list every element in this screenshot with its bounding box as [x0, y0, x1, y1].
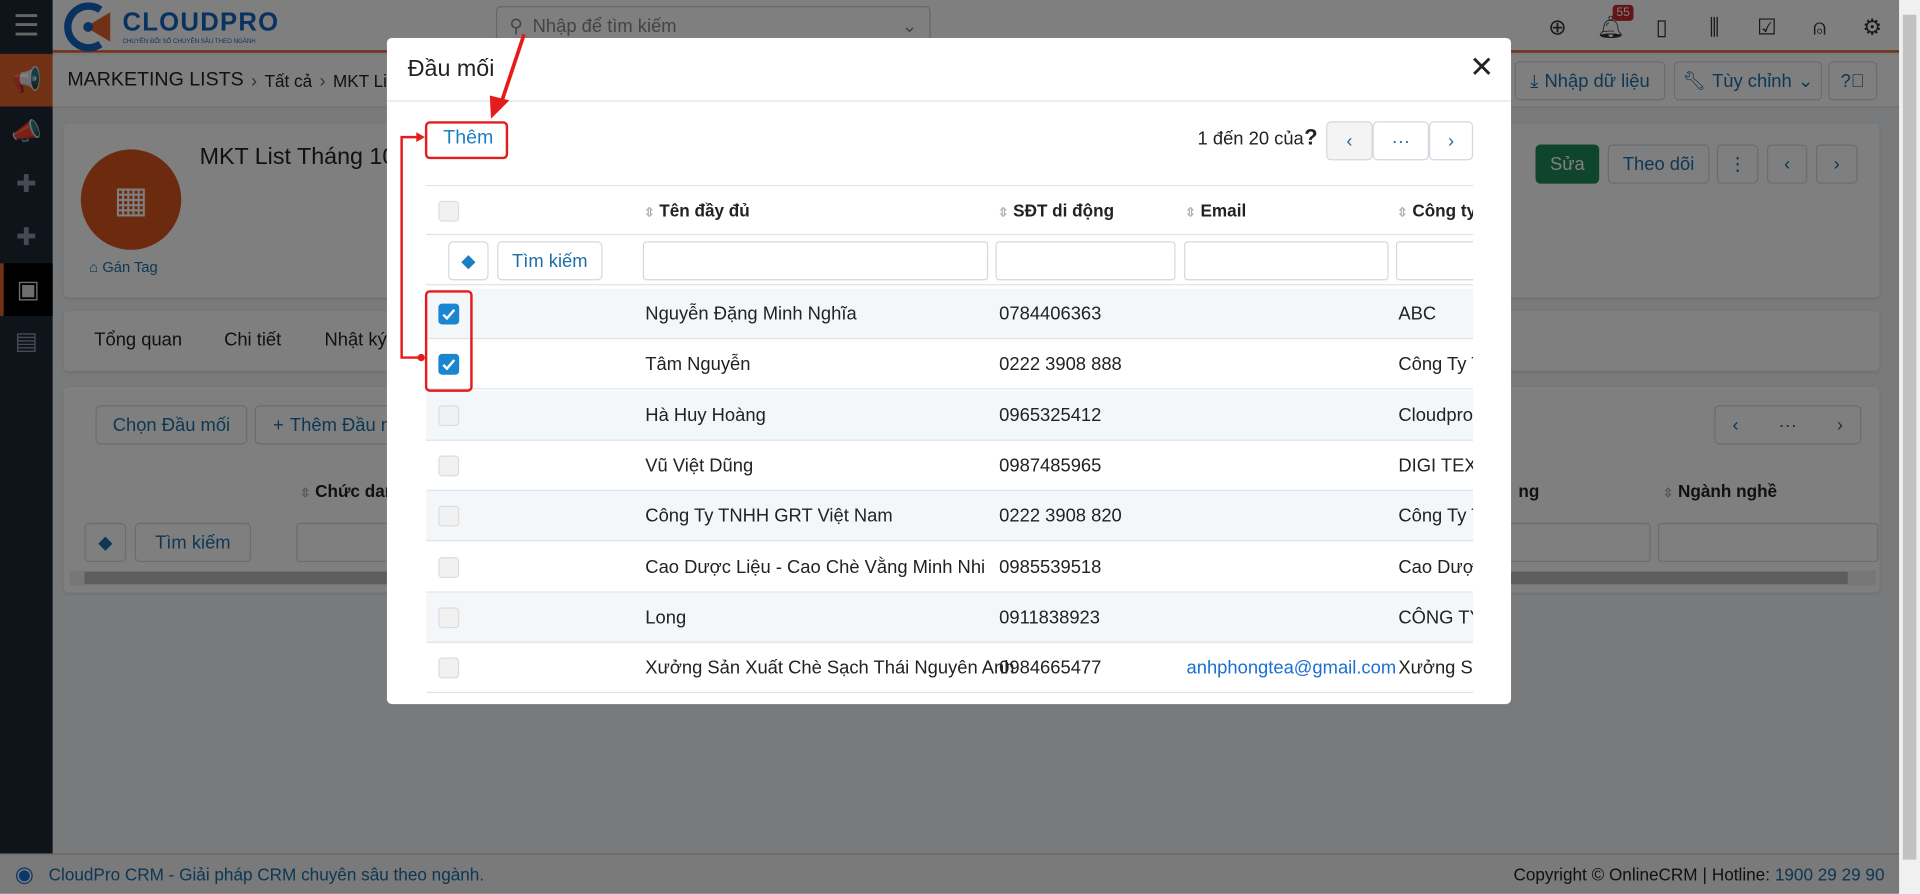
annotation-dot	[417, 353, 425, 362]
annotation-arrowhead	[489, 95, 510, 119]
annotation-arrow-line	[497, 33, 526, 109]
annotation-connector-head	[416, 132, 425, 143]
annotation-arrows	[400, 33, 526, 362]
annotation-connector	[400, 135, 422, 359]
